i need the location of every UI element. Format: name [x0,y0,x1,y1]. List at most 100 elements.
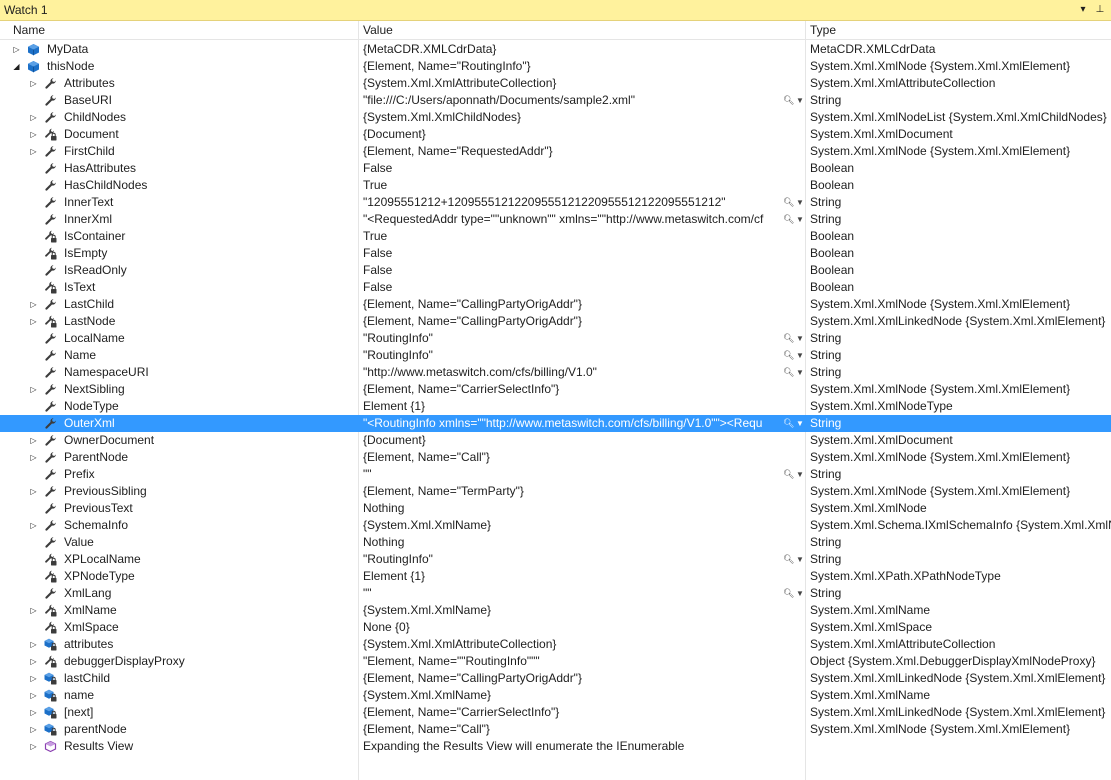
row-name-cell[interactable]: Value [0,534,358,551]
row-value-cell[interactable]: Nothing [363,500,803,517]
watch-row[interactable]: ▷ NextSibling {Element, Name="CarrierSelec… [0,381,1111,398]
row-name-cell[interactable]: ▷ SchemaInfo [0,517,358,534]
empty-watch-row[interactable] [0,755,1111,772]
row-name-cell[interactable]: ▷ lastChild [0,670,358,687]
row-name-cell[interactable]: IsReadOnly [0,262,358,279]
row-name-cell[interactable]: Prefix [0,466,358,483]
watch-row[interactable]: XmlLang "" 🔍︎ ▼ String [0,585,1111,602]
magnifier-icon[interactable]: 🔍︎ [783,92,794,109]
watch-row[interactable]: IsContainer True Boolean [0,228,1111,245]
watch-row[interactable]: XPNodeType Element {1} System.Xml.XPath.XP… [0,568,1111,585]
visualizer-button[interactable]: 🔍︎ ▼ [783,92,805,109]
watch-row[interactable]: IsReadOnly False Boolean [0,262,1111,279]
watch-row[interactable]: OuterXml "<RoutingInfo xmlns=""http://www… [0,415,1111,432]
column-header-type[interactable]: Type [806,21,1111,39]
row-name-cell[interactable]: ▷ OwnerDocument [0,432,358,449]
watch-row[interactable]: IsText False Boolean [0,279,1111,296]
row-value-cell[interactable]: {System.Xml.XmlName} [363,517,803,534]
watch-row[interactable]: BaseURI "file:///C:/Users/aponnath/Docume… [0,92,1111,109]
expand-triangle-icon[interactable]: ▷ [29,317,38,326]
row-value-cell[interactable]: {System.Xml.XmlName} [363,687,803,704]
expand-triangle-icon[interactable]: ▷ [29,521,38,530]
row-name-cell[interactable]: ▷ ChildNodes [0,109,358,126]
row-name-cell[interactable]: BaseURI [0,92,358,109]
watch-row[interactable]: ▷ LastNode {Element, Name="CallingPartyOri… [0,313,1111,330]
visualizer-button[interactable]: 🔍︎ ▼ [783,585,805,602]
watch-row[interactable]: ▷ [next] {Element, Name="CarrierSelectInfo… [0,704,1111,721]
window-menu-dropdown-icon[interactable]: ▾ [1076,2,1090,18]
row-value-cell[interactable]: "RoutingInfo" [363,347,781,364]
watch-row[interactable]: InnerXml "<RequestedAddr type=""unknown""… [0,211,1111,228]
row-value-cell[interactable]: {Element, Name="RoutingInfo"} [363,58,803,75]
row-name-cell[interactable]: ▷ FirstChild [0,143,358,160]
row-name-cell[interactable]: ▷ ParentNode [0,449,358,466]
watch-row[interactable]: ▷ PreviousSibling {Element, Name="TermPart… [0,483,1111,500]
watch-row[interactable]: ▷ Results View Expanding the Results View … [0,738,1111,755]
visualizer-dropdown-icon[interactable]: ▼ [796,364,804,381]
row-name-cell[interactable]: ▷ Document [0,126,358,143]
row-value-cell[interactable]: {System.Xml.XmlAttributeCollection} [363,75,803,92]
row-value-cell[interactable]: {System.Xml.XmlAttributeCollection} [363,636,803,653]
row-name-cell[interactable]: ▷ PreviousSibling [0,483,358,500]
row-value-cell[interactable]: {System.Xml.XmlName} [363,602,803,619]
row-name-cell[interactable]: ▷ LastChild [0,296,358,313]
watch-row[interactable]: ▷ name {System.Xml.XmlName} System.Xml.XmlN… [0,687,1111,704]
row-value-cell[interactable]: False [363,160,803,177]
expand-triangle-icon[interactable]: ▷ [29,640,38,649]
expand-triangle-icon[interactable]: ▷ [29,79,38,88]
row-value-cell[interactable]: "file:///C:/Users/aponnath/Documents/sam… [363,92,781,109]
expand-triangle-icon[interactable]: ▷ [29,130,38,139]
row-value-cell[interactable]: None {0} [363,619,803,636]
magnifier-icon[interactable]: 🔍︎ [783,466,794,483]
watch-row[interactable]: ▷ Document {Document} System.Xml.XmlDocumen… [0,126,1111,143]
row-value-cell[interactable]: {Element, Name="CallingPartyOrigAddr"} [363,296,803,313]
row-value-cell[interactable]: {Document} [363,126,803,143]
watch-row[interactable]: ▷ ChildNodes {System.Xml.XmlChildNodes} Sys… [0,109,1111,126]
expand-triangle-icon[interactable]: ▷ [29,742,38,751]
expand-triangle-icon[interactable]: ▷ [29,725,38,734]
watch-row[interactable]: ▷ FirstChild {Element, Name="RequestedAddr… [0,143,1111,160]
row-value-cell[interactable]: "http://www.metaswitch.com/cfs/billing/V… [363,364,781,381]
watch-row[interactable]: NodeType Element {1} System.Xml.XmlNodeTyp… [0,398,1111,415]
row-name-cell[interactable]: ▷ debuggerDisplayProxy [0,653,358,670]
watch-row[interactable]: ▷ lastChild {Element, Name="CallingPartyOr… [0,670,1111,687]
row-name-cell[interactable]: OuterXml [0,415,358,432]
row-value-cell[interactable]: "Element, Name=""RoutingInfo""" [363,653,803,670]
visualizer-button[interactable]: 🔍︎ ▼ [783,330,805,347]
visualizer-dropdown-icon[interactable]: ▼ [796,466,804,483]
expand-triangle-icon[interactable]: ▷ [29,147,38,156]
row-value-cell[interactable]: True [363,177,803,194]
row-name-cell[interactable]: InnerXml [0,211,358,228]
visualizer-dropdown-icon[interactable]: ▼ [796,211,804,228]
watch-row[interactable]: ▷ debuggerDisplayProxy "Element, Name=""Ro… [0,653,1111,670]
row-name-cell[interactable]: IsContainer [0,228,358,245]
row-value-cell[interactable]: "12095551212+120955512122095551212209555… [363,194,781,211]
row-name-cell[interactable]: ▷ Results View [0,738,358,755]
row-name-cell[interactable]: ▷ LastNode [0,313,358,330]
row-value-cell[interactable]: Element {1} [363,568,803,585]
magnifier-icon[interactable]: 🔍︎ [783,415,794,432]
expand-triangle-icon[interactable]: ▷ [29,657,38,666]
row-name-cell[interactable]: ▷ name [0,687,358,704]
row-name-cell[interactable]: ▷ XmlName [0,602,358,619]
magnifier-icon[interactable]: 🔍︎ [783,585,794,602]
watch-row[interactable]: HasChildNodes True Boolean [0,177,1111,194]
watch-row[interactable]: ▷ ParentNode {Element, Name="Call"} System.… [0,449,1111,466]
visualizer-dropdown-icon[interactable]: ▼ [796,92,804,109]
watch-row[interactable]: ▷ XmlName {System.Xml.XmlName} System.Xml.X… [0,602,1111,619]
row-name-cell[interactable]: Name [0,347,358,364]
row-value-cell[interactable]: False [363,262,803,279]
pin-icon[interactable]: ⊥ [1093,2,1107,18]
row-value-cell[interactable]: Nothing [363,534,803,551]
row-name-cell[interactable]: NodeType [0,398,358,415]
expand-triangle-icon[interactable]: ▷ [29,691,38,700]
watch-row[interactable]: ▷ SchemaInfo {System.Xml.XmlName} System.Xm… [0,517,1111,534]
row-value-cell[interactable]: "RoutingInfo" [363,551,781,568]
row-value-cell[interactable]: {Element, Name="CarrierSelectInfo"} [363,704,803,721]
expand-triangle-icon[interactable]: ▷ [29,487,38,496]
row-name-cell[interactable]: InnerText [0,194,358,211]
expand-triangle-icon[interactable]: ▷ [29,436,38,445]
row-name-cell[interactable]: ▷ [next] [0,704,358,721]
expand-triangle-icon[interactable]: ▷ [29,674,38,683]
row-name-cell[interactable]: XPNodeType [0,568,358,585]
